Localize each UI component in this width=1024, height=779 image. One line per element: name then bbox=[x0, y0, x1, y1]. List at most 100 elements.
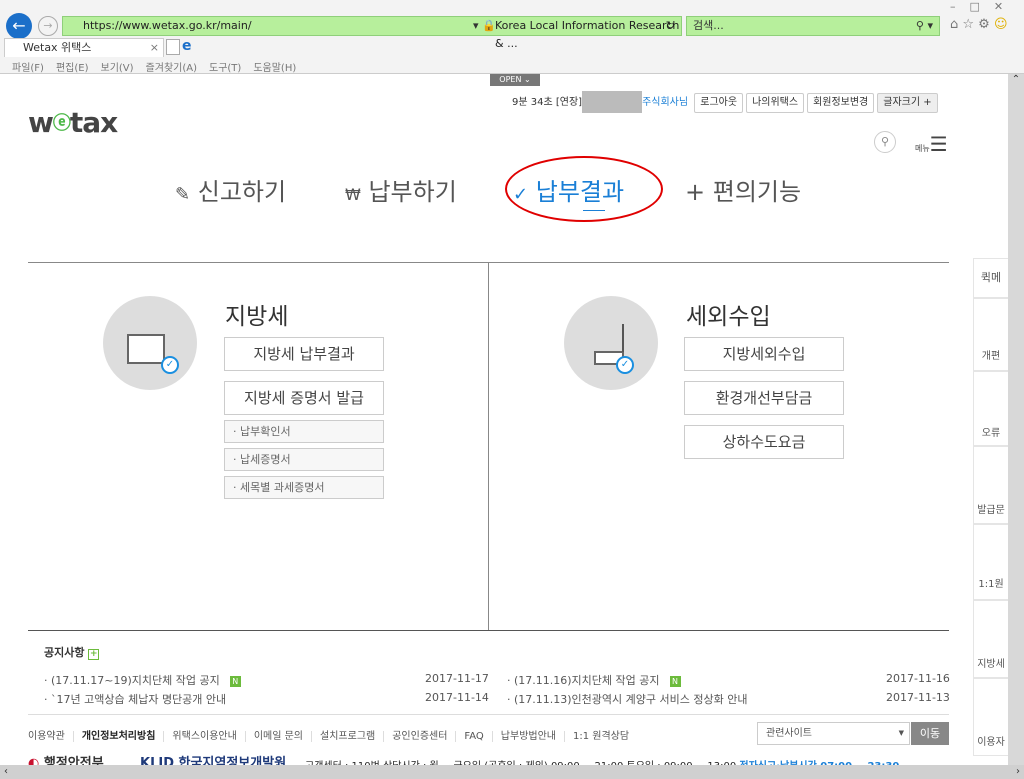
nav-label: 신고하기 bbox=[197, 178, 287, 206]
search-icon[interactable]: ⚲ ▾ bbox=[916, 17, 933, 35]
select-value: 관련사이트 bbox=[766, 728, 812, 739]
notice-date: 2017-11-17 bbox=[425, 672, 489, 685]
refresh-icon[interactable]: ↻ bbox=[666, 17, 675, 35]
back-button[interactable]: ← bbox=[6, 13, 32, 39]
notice-date: 2017-11-13 bbox=[886, 691, 950, 704]
quick-menu-item[interactable]: 발급문 bbox=[973, 446, 1009, 524]
notices-title: 공지사항 bbox=[44, 646, 85, 659]
notices-more-icon[interactable]: + bbox=[88, 649, 100, 660]
local-tax-icon: ✓ bbox=[103, 296, 197, 390]
non-tax-title: 세외수입 bbox=[686, 304, 771, 330]
font-size-button[interactable]: 글자크기 + bbox=[877, 93, 938, 113]
ie-icon: e bbox=[182, 38, 192, 54]
sub-label: 세목별 과세증명서 bbox=[240, 481, 325, 494]
logout-button[interactable]: 로그아웃 bbox=[694, 93, 744, 113]
footer-link-privacy[interactable]: 개인정보처리방침 bbox=[81, 731, 165, 742]
non-tax-revenue-button[interactable]: 지방세외수입 bbox=[684, 337, 844, 371]
address-bar[interactable]: https://www.wetax.go.kr/main/ ▾ 🔒 Korea Lo… bbox=[62, 16, 682, 50]
pencil-icon: ✎ bbox=[175, 184, 191, 205]
menu-tools[interactable]: 도구(T) bbox=[209, 63, 241, 74]
user-name: 주식회사님 bbox=[642, 97, 689, 108]
payment-confirmation-link[interactable]: · 납부확인서 bbox=[224, 420, 384, 443]
menu-edit[interactable]: 편집(E) bbox=[56, 63, 89, 74]
forward-button[interactable]: → bbox=[38, 16, 58, 36]
menu-help[interactable]: 도움말(H) bbox=[253, 63, 296, 74]
search-placeholder: 검색... bbox=[693, 19, 724, 32]
window-controls[interactable]: –□✕ bbox=[950, 0, 1017, 13]
wetax-logo[interactable]: wⓔtax bbox=[28, 106, 118, 139]
nav-file-report[interactable]: ✎ 신고하기 bbox=[175, 172, 286, 207]
menu-favorites[interactable]: 즐겨찾기(A) bbox=[146, 63, 197, 74]
quick-label: 발급문 bbox=[977, 505, 1005, 516]
edit-profile-button[interactable]: 회원정보변경 bbox=[807, 93, 875, 113]
sub-label: 납부확인서 bbox=[240, 425, 291, 438]
footer-link-terms[interactable]: 이용약관 bbox=[28, 731, 74, 742]
footer-link-install[interactable]: 설치프로그램 bbox=[320, 731, 385, 742]
nav-label: 편의기능 bbox=[712, 178, 802, 206]
notice-text: · (17.11.17~19)지치단체 작업 공지 bbox=[44, 674, 220, 687]
new-badge: N bbox=[669, 675, 681, 687]
nav-label: 납부하기 bbox=[368, 178, 457, 206]
related-sites-select[interactable]: 관련사이트 ▼ bbox=[757, 722, 910, 745]
go-button[interactable]: 이동 bbox=[911, 722, 949, 745]
my-wetax-button[interactable]: 나의위택스 bbox=[746, 93, 805, 113]
quick-label: 오류 bbox=[981, 428, 1001, 439]
open-tab-button[interactable]: OPEN ⌄ bbox=[490, 74, 540, 86]
menu-view[interactable]: 보기(V) bbox=[101, 63, 134, 74]
footer-link-remote[interactable]: 1:1 원격상담 bbox=[573, 731, 637, 742]
environment-charge-button[interactable]: 환경개선부담금 bbox=[684, 381, 844, 415]
quick-menu-item[interactable]: 오류 bbox=[973, 371, 1009, 446]
tax-payment-certificate-link[interactable]: · 납세증명서 bbox=[224, 448, 384, 471]
notice-text: · (17.11.16)지치단체 작업 공지 bbox=[507, 674, 660, 687]
quick-menu-item[interactable]: 지방세 bbox=[973, 600, 1009, 678]
notice-item[interactable]: · (17.11.13)인천광역시 계양구 서비스 정상화 안내 bbox=[507, 691, 747, 707]
nav-convenience[interactable]: + 편의기능 bbox=[685, 172, 801, 207]
scroll-left-icon[interactable]: ‹ bbox=[4, 766, 8, 777]
taxation-certificate-link[interactable]: · 세목별 과세증명서 bbox=[224, 476, 384, 499]
redacted-name bbox=[582, 91, 643, 113]
lock-icon: ▾ 🔒 bbox=[473, 19, 496, 32]
browser-tab[interactable]: Wetax 위택스 × bbox=[4, 38, 164, 57]
hamburger-icon: ☰ bbox=[929, 132, 948, 156]
vertical-scrollbar[interactable]: ⌃ bbox=[1008, 74, 1024, 765]
quick-menu-item[interactable]: 이용자 bbox=[973, 678, 1009, 756]
section-divider bbox=[488, 262, 489, 630]
menu-label: 메뉴 bbox=[915, 144, 930, 153]
close-tab-icon[interactable]: × bbox=[150, 39, 159, 56]
quick-label: 개편 bbox=[981, 351, 1001, 362]
quick-label: 지방세 bbox=[977, 659, 1005, 670]
browser-toolbar-icons[interactable]: ⌂ ☆ ⚙ ☺ bbox=[950, 17, 1008, 32]
notice-item[interactable]: · (17.11.17~19)지치단체 작업 공지 N bbox=[44, 672, 241, 688]
footer-links: 이용약관 개인정보처리방침 위택스이용안내 이메일 문의 설치프로그램 공인인증센터 FAQ… bbox=[28, 727, 645, 742]
sub-label: 납세증명서 bbox=[240, 453, 291, 466]
footer-link-cert[interactable]: 공인인증센터 bbox=[392, 731, 457, 742]
footer-link-guide[interactable]: 위택스이용안내 bbox=[172, 731, 246, 742]
session-timer[interactable]: 9분 34초 [연장] bbox=[512, 97, 582, 108]
notices-heading: 공지사항 + bbox=[44, 644, 100, 660]
quick-menu-title: 퀵메 bbox=[973, 258, 1009, 298]
local-tax-payment-result-button[interactable]: 지방세 납부결과 bbox=[224, 337, 384, 371]
browser-search-input[interactable]: 검색... ⚲ ▾ bbox=[686, 16, 940, 36]
water-bill-button[interactable]: 상하수도요금 bbox=[684, 425, 844, 459]
site-search-button[interactable]: ⚲ bbox=[874, 131, 896, 153]
notice-date: 2017-11-14 bbox=[425, 691, 489, 704]
dropdown-arrow-icon: ▼ bbox=[898, 729, 904, 737]
non-tax-icon: ✓ bbox=[564, 296, 658, 390]
horizontal-scrollbar[interactable]: ‹ › bbox=[0, 765, 1024, 779]
footer-link-payment-methods[interactable]: 납부방법안내 bbox=[500, 731, 565, 742]
notice-item[interactable]: · `17년 고액상습 체납자 명단공개 안내 bbox=[44, 691, 226, 707]
tab-title: Wetax 위택스 bbox=[23, 41, 92, 54]
quick-menu-item[interactable]: 1:1원 bbox=[973, 524, 1009, 600]
new-tab-button[interactable] bbox=[166, 39, 180, 55]
local-tax-certificate-button[interactable]: 지방세 증명서 발급 bbox=[224, 381, 384, 415]
nav-pay[interactable]: ₩ 납부하기 bbox=[345, 172, 457, 207]
quick-menu-item[interactable]: 개편 bbox=[973, 298, 1009, 371]
menu-file[interactable]: 파일(F) bbox=[12, 63, 44, 74]
site-menu-button[interactable]: 메뉴☰ bbox=[915, 132, 948, 156]
footer-link-email[interactable]: 이메일 문의 bbox=[253, 731, 313, 742]
scroll-right-icon[interactable]: › bbox=[1016, 765, 1020, 779]
footer-link-faq[interactable]: FAQ bbox=[464, 731, 493, 742]
notice-item[interactable]: · (17.11.16)지치단체 작업 공지 N bbox=[507, 672, 681, 688]
red-annotation-ellipse bbox=[505, 156, 663, 222]
site-identity: Korea Local Information Research & ... bbox=[495, 19, 680, 50]
